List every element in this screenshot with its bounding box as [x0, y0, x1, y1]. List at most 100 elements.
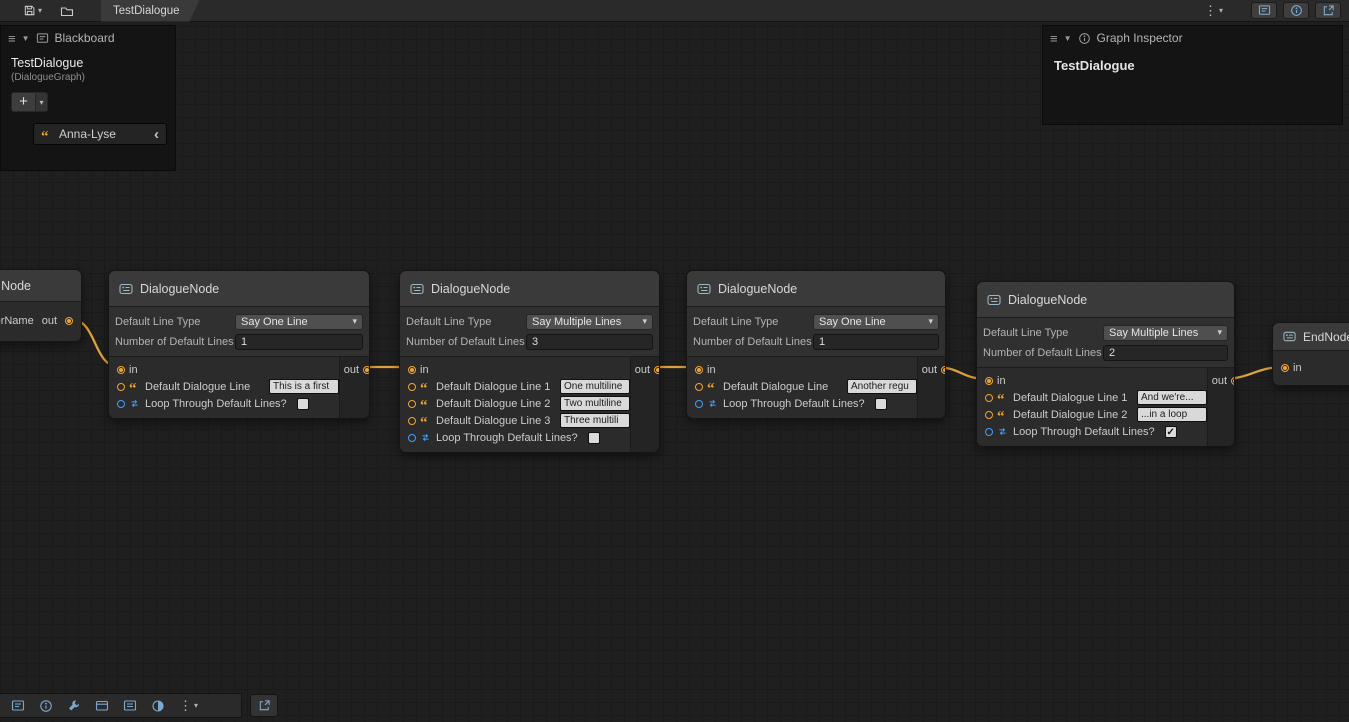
- save-button[interactable]: ▾: [20, 2, 45, 20]
- save-dropdown-icon[interactable]: ▾: [38, 6, 42, 15]
- in-port[interactable]: [408, 366, 416, 374]
- out-port[interactable]: [654, 366, 660, 374]
- open-folder-button[interactable]: [57, 2, 77, 20]
- default-line-type-dropdown[interactable]: Say Multiple Lines ▾: [526, 314, 653, 330]
- loop-checkbox[interactable]: ✓: [1165, 426, 1177, 438]
- dialogue-node-3[interactable]: DialogueNode Default Line Type Say One L…: [686, 270, 946, 419]
- dialogue-line-port[interactable]: [695, 383, 703, 391]
- chevron-down-icon: ▾: [352, 316, 357, 327]
- dialogue-line-label: Default Dialogue Line 2: [1013, 409, 1131, 421]
- loop-port[interactable]: [985, 428, 993, 436]
- out-port-label: out: [1212, 375, 1227, 387]
- loop-port[interactable]: [408, 434, 416, 442]
- blackboard-graph-type: (DialogueGraph): [11, 72, 165, 83]
- dropdown-value: Say Multiple Lines: [1109, 327, 1198, 339]
- out-port[interactable]: [363, 366, 370, 374]
- default-dialogue-line-field[interactable]: This is a first: [269, 379, 339, 394]
- overflow-menu-button[interactable]: ⋮ ▾: [179, 699, 198, 712]
- default-dialogue-line-field[interactable]: Three multili: [560, 413, 630, 428]
- in-port[interactable]: [985, 377, 993, 385]
- dialogue-node-2[interactable]: DialogueNode Default Line Type Say Multi…: [399, 270, 660, 453]
- inspector-toggle-icon[interactable]: [39, 699, 53, 713]
- blackboard-panel-button[interactable]: [1251, 2, 1277, 19]
- variables-toggle-icon[interactable]: [123, 699, 137, 713]
- dialogue-line-label: Default Dialogue Line: [723, 381, 841, 393]
- dialogue-line-port[interactable]: [985, 394, 993, 402]
- in-port[interactable]: [1281, 364, 1289, 372]
- loop-label: Loop Through Default Lines?: [145, 398, 287, 410]
- count-label: Number of Default Lines: [406, 336, 526, 348]
- node-title-bar[interactable]: DialogueNode: [109, 271, 369, 307]
- node-properties: Default Line Type Say One Line ▾ Number …: [109, 307, 369, 357]
- blackboard-variable-row[interactable]: “ Anna-Lyse ‹: [33, 123, 167, 145]
- breadcrumb-tab[interactable]: TestDialogue: [101, 0, 199, 22]
- open-window-button[interactable]: [250, 694, 278, 717]
- dialogue-node-icon: [119, 282, 133, 296]
- default-dialogue-line-field[interactable]: ...in a loop: [1137, 407, 1207, 422]
- default-line-type-dropdown[interactable]: Say Multiple Lines ▾: [1103, 325, 1228, 341]
- collapse-arrow-icon[interactable]: ▼: [22, 34, 30, 43]
- number-of-default-lines-field[interactable]: 1: [813, 334, 939, 350]
- panel-menu-icon[interactable]: ≡: [8, 32, 16, 45]
- out-port-label: out: [922, 364, 937, 376]
- number-of-default-lines-field[interactable]: 2: [1103, 345, 1228, 361]
- open-window-button[interactable]: [1315, 2, 1341, 19]
- panel-menu-icon[interactable]: ≡: [1050, 32, 1058, 45]
- in-port[interactable]: [117, 366, 125, 374]
- minimap-toggle-icon[interactable]: [95, 699, 109, 713]
- preview-toggle-icon[interactable]: [151, 699, 165, 713]
- dialogue-node-4[interactable]: DialogueNode Default Line Type Say Multi…: [976, 281, 1235, 447]
- node-title-bar[interactable]: Node: [0, 270, 81, 302]
- dialogue-line-port[interactable]: [408, 400, 416, 408]
- wrench-icon[interactable]: [67, 699, 81, 713]
- default-dialogue-line-field[interactable]: Another regu: [847, 379, 917, 394]
- inspector-panel-button[interactable]: [1283, 2, 1309, 19]
- panel-title: Blackboard: [55, 31, 115, 45]
- loop-checkbox[interactable]: [297, 398, 309, 410]
- node-0[interactable]: Node kerName out: [0, 269, 82, 342]
- collapse-arrow-icon[interactable]: ▼: [1064, 34, 1072, 43]
- in-port[interactable]: [695, 366, 703, 374]
- quote-icon: “: [420, 420, 432, 428]
- default-line-type-dropdown[interactable]: Say One Line ▾: [235, 314, 363, 330]
- node-title-bar[interactable]: DialogueNode: [687, 271, 945, 307]
- dialogue-line-port[interactable]: [408, 417, 416, 425]
- loop-port[interactable]: [695, 400, 703, 408]
- dialogue-node-icon: [987, 293, 1001, 307]
- graph-inspector-panel[interactable]: ≡ ▼ Graph Inspector TestDialogue: [1042, 25, 1343, 125]
- dialogue-node-1[interactable]: DialogueNode Default Line Type Say One L…: [108, 270, 370, 419]
- loop-port[interactable]: [117, 400, 125, 408]
- loop-checkbox[interactable]: [875, 398, 887, 410]
- blackboard-panel[interactable]: ≡ ▼ Blackboard TestDialogue (DialogueGra…: [0, 25, 176, 171]
- chevron-down-icon: ▾: [1219, 6, 1223, 15]
- node-title-bar[interactable]: DialogueNode: [400, 271, 659, 307]
- out-port[interactable]: [1231, 377, 1235, 385]
- default-dialogue-line-field[interactable]: One multiline: [560, 379, 630, 394]
- out-port[interactable]: [941, 366, 946, 374]
- blackboard-toggle-icon[interactable]: [11, 699, 25, 713]
- node-title-bar[interactable]: DialogueNode: [977, 282, 1234, 318]
- default-line-type-dropdown[interactable]: Say One Line ▾: [813, 314, 939, 330]
- dialogue-line-port[interactable]: [117, 383, 125, 391]
- dialogue-line-port[interactable]: [408, 383, 416, 391]
- add-variable-button[interactable]: +: [11, 92, 35, 112]
- line-type-label: Default Line Type: [115, 316, 235, 328]
- number-of-default-lines-field[interactable]: 1: [235, 334, 363, 350]
- end-node[interactable]: EndNode in: [1272, 322, 1349, 386]
- node-title-bar[interactable]: EndNode: [1273, 323, 1349, 351]
- dialogue-line-port[interactable]: [985, 411, 993, 419]
- top-toolbar: ▾ TestDialogue ⋮ ▾: [0, 0, 1349, 22]
- ellipsis-icon: ⋮: [1204, 4, 1217, 17]
- default-dialogue-line-field[interactable]: Two multiline: [560, 396, 630, 411]
- overflow-menu-button[interactable]: ⋮ ▾: [1204, 4, 1223, 17]
- inspector-icon: [1078, 32, 1091, 45]
- out-port[interactable]: [65, 317, 73, 325]
- loop-checkbox[interactable]: [588, 432, 600, 444]
- dialogue-node-icon: [410, 282, 424, 296]
- collapse-chevron-icon[interactable]: ‹: [154, 127, 159, 142]
- add-variable-dropdown[interactable]: ▾: [35, 92, 48, 112]
- default-dialogue-line-field[interactable]: And we're...: [1137, 390, 1207, 405]
- node-title: DialogueNode: [140, 282, 219, 296]
- quote-icon: “: [997, 397, 1009, 405]
- number-of-default-lines-field[interactable]: 3: [526, 334, 653, 350]
